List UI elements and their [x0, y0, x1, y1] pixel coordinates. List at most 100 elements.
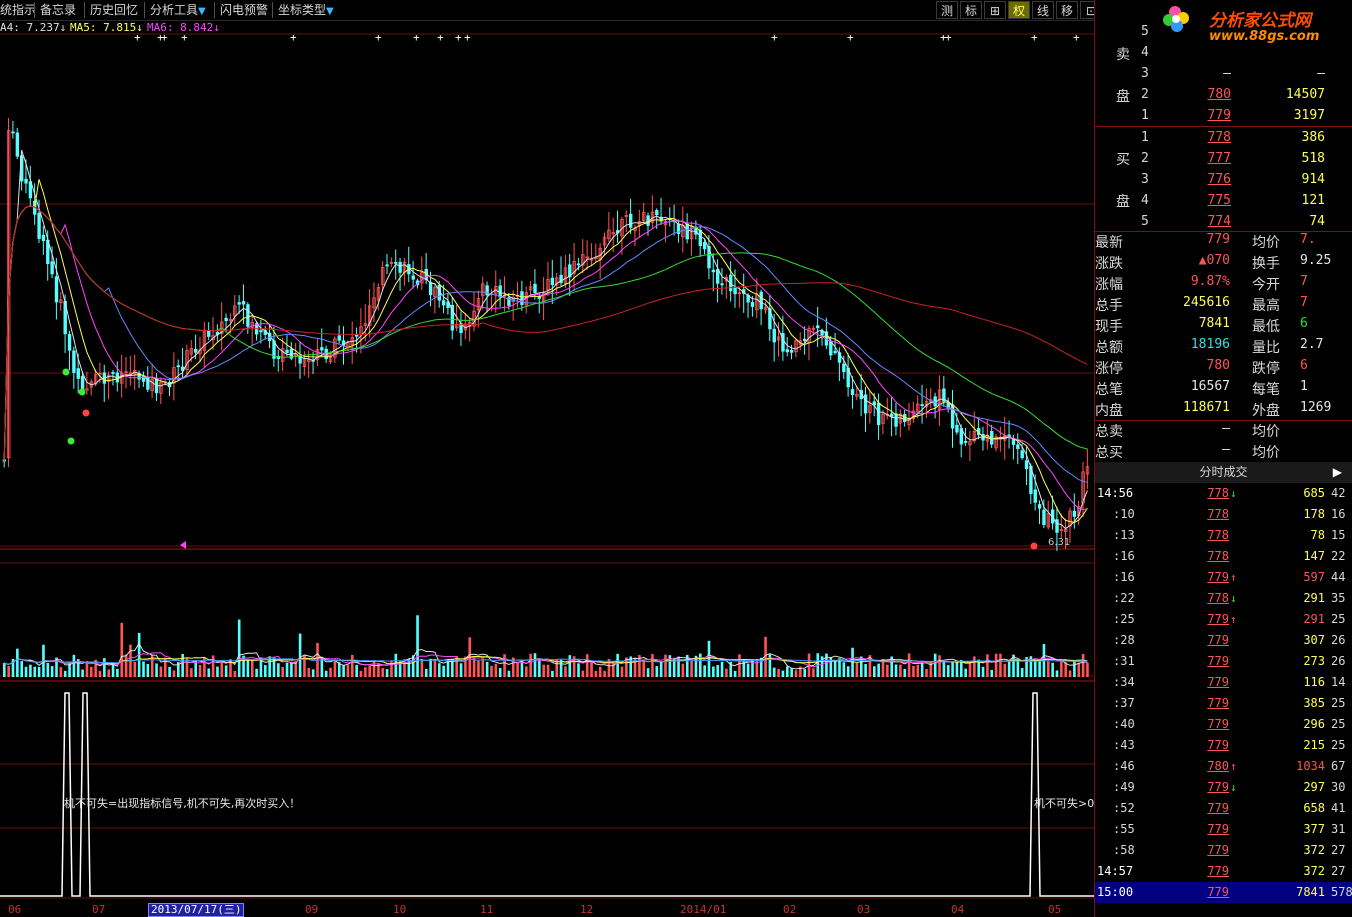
- tick-row[interactable]: 14:56 778 ↓ 685 42: [1095, 483, 1352, 504]
- tick-row[interactable]: :46 780 ↑ 1034 67: [1095, 756, 1352, 777]
- line-button[interactable]: 线: [1032, 1, 1054, 19]
- candle-body: [80, 375, 85, 391]
- tick-row[interactable]: :43 779 215 25: [1095, 735, 1352, 756]
- volume-bar: [1077, 663, 1081, 677]
- candle-body: [398, 262, 402, 273]
- volume-bar: [655, 666, 659, 677]
- tick-row[interactable]: :58 779 372 27: [1095, 840, 1352, 861]
- candle-body: [1072, 510, 1077, 517]
- tick-row[interactable]: :55 779 377 31: [1095, 819, 1352, 840]
- arrow-up-icon: ↑: [1230, 613, 1237, 626]
- sell-level-4[interactable]: 4: [1095, 42, 1352, 63]
- tick-row[interactable]: :25 779 ↑ 291 25: [1095, 609, 1352, 630]
- buy-level-4[interactable]: 4 775 121: [1095, 190, 1352, 211]
- candle-body: [816, 325, 820, 329]
- tick-row[interactable]: :49 779 ↓ 297 30: [1095, 777, 1352, 798]
- toolbar-item-history[interactable]: 历史回忆: [90, 0, 138, 20]
- candle-body: [1011, 438, 1016, 445]
- arrow-down-icon: ↓: [1230, 487, 1237, 500]
- candle-body: [237, 302, 241, 305]
- tick-row[interactable]: 15:00 779 7841 578: [1095, 882, 1352, 903]
- toolbar-item-analysis-tools[interactable]: 分析工具▼: [150, 0, 206, 20]
- mark-button[interactable]: 标: [960, 1, 982, 19]
- tick-row[interactable]: :40 779 296 25: [1095, 714, 1352, 735]
- cross-marker-icon: +: [161, 31, 168, 44]
- stat-value: ▲070: [1198, 253, 1230, 268]
- buy-level-1[interactable]: 1 778 386: [1095, 127, 1352, 148]
- volume-bar: [37, 666, 41, 677]
- tick-price: 779: [1207, 843, 1229, 857]
- toolbar-item-indicator[interactable]: 统指示: [0, 0, 36, 20]
- toolbar-item-flash-alert[interactable]: 闪电预警: [220, 0, 268, 20]
- tick-row[interactable]: :13 778 78 15: [1095, 525, 1352, 546]
- measure-button[interactable]: 测: [936, 1, 958, 19]
- tick-row[interactable]: :28 779 307 26: [1095, 630, 1352, 651]
- tick-count: 42: [1331, 486, 1346, 500]
- tick-price: 779: [1207, 633, 1229, 647]
- rights-adjust-button[interactable]: 权: [1008, 1, 1030, 19]
- volume-bar: [16, 648, 19, 677]
- tick-row[interactable]: :22 778 ↓ 291 35: [1095, 588, 1352, 609]
- move-button[interactable]: 移: [1056, 1, 1078, 19]
- tick-row[interactable]: 14:57 779 372 27: [1095, 861, 1352, 882]
- sell-level-3[interactable]: 3 – –: [1095, 63, 1352, 84]
- volume-bar: [1003, 663, 1007, 677]
- toolbar-item-coord-type[interactable]: 坐标类型▼: [278, 0, 334, 20]
- tick-list-header[interactable]: 分时成交 ▶: [1095, 462, 1352, 483]
- toolbar-item-memo[interactable]: 备忘录: [40, 0, 76, 20]
- volume-bar: [498, 667, 502, 677]
- sell-level-2[interactable]: 2 780 14507: [1095, 84, 1352, 105]
- grid-button[interactable]: ⊞: [984, 1, 1006, 19]
- volume-bar: [955, 661, 959, 677]
- tick-row[interactable]: :52 779 658 41: [1095, 798, 1352, 819]
- candle-body: [50, 261, 54, 275]
- tick-count: 16: [1331, 507, 1346, 521]
- buy-level-3[interactable]: 3 776 914: [1095, 169, 1352, 190]
- sell-level-5[interactable]: 5: [1095, 21, 1352, 42]
- volume-ma-lines: [4, 642, 1088, 670]
- stat-value: 7: [1300, 295, 1308, 310]
- triangle-marker-icon: [180, 541, 186, 549]
- x-label: 07: [92, 903, 106, 916]
- candle-body: [428, 281, 433, 296]
- volume-bar: [359, 670, 363, 677]
- sell-level-1[interactable]: 1 779 3197: [1095, 105, 1352, 126]
- x-label: 05: [1048, 903, 1062, 916]
- tick-row[interactable]: :16 779 ↑ 597 44: [1095, 567, 1352, 588]
- volume-bar: [446, 660, 450, 677]
- tick-row[interactable]: :31 779 273 26: [1095, 651, 1352, 672]
- tick-volume: 385: [1303, 696, 1325, 710]
- stat-label: 最新: [1095, 235, 1123, 251]
- cross-marker-icon: +: [771, 31, 778, 44]
- tick-row[interactable]: :37 779 385 25: [1095, 693, 1352, 714]
- tick-time: :55: [1113, 822, 1135, 836]
- tick-count: 25: [1331, 612, 1346, 626]
- tick-row[interactable]: :16 778 147 22: [1095, 546, 1352, 567]
- candle-body: [41, 234, 46, 242]
- tick-volume: 597: [1303, 570, 1325, 584]
- volume-bar: [346, 665, 350, 677]
- volume-bar: [1068, 670, 1072, 677]
- tick-time: :16: [1113, 549, 1135, 563]
- volume-bar: [846, 666, 850, 677]
- candle-body: [11, 131, 15, 134]
- play-icon[interactable]: ▶: [1333, 462, 1342, 483]
- tick-price: 779: [1207, 717, 1229, 731]
- volume-bar: [50, 666, 54, 677]
- tick-row[interactable]: :34 779 116 14: [1095, 672, 1352, 693]
- volume-bar: [986, 654, 989, 677]
- volume-bar: [899, 664, 902, 677]
- stat-label: 涨跌: [1095, 256, 1123, 272]
- ma-line: [3, 205, 1088, 510]
- buy-level-5[interactable]: 5 774 74: [1095, 211, 1352, 232]
- tick-volume: 78: [1310, 528, 1325, 542]
- candle-body: [576, 263, 581, 266]
- volume-bar: [372, 660, 376, 677]
- kline-chart[interactable]: + ++ + + + + + + + + + ++ + +: [0, 20, 1094, 901]
- buy-level-2[interactable]: 2 777 518: [1095, 148, 1352, 169]
- volume-bar: [942, 661, 946, 677]
- tick-row[interactable]: :10 778 178 16: [1095, 504, 1352, 525]
- volume-bar: [738, 654, 741, 677]
- volume-bar: [646, 668, 650, 677]
- stat-value: 18196: [1190, 337, 1230, 352]
